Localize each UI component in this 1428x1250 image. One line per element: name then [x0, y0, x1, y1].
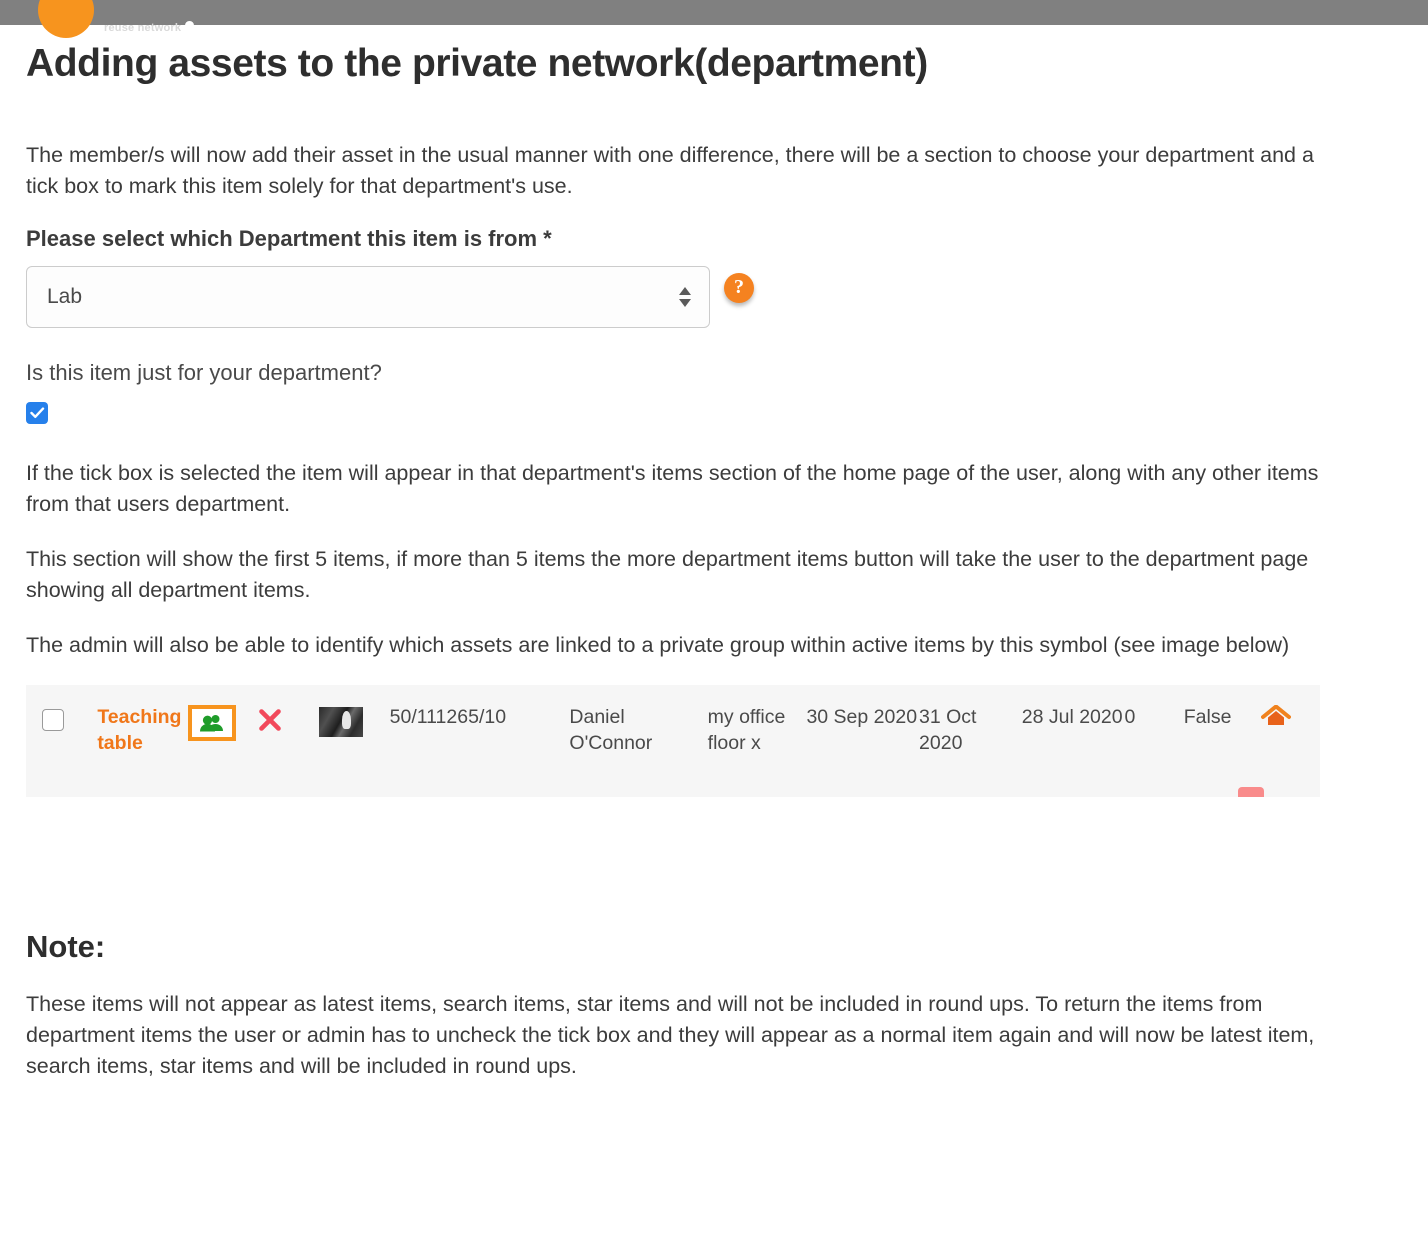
item-count: 0: [1124, 705, 1136, 728]
logo-text-label: reuse network: [104, 22, 182, 34]
department-field-label: Please select which Department this item…: [26, 225, 552, 251]
top-bar: reuse network: [0, 0, 1428, 38]
check-icon: [29, 407, 44, 418]
active-items-table: Teaching table 50/111265/10 Daniel O'Con…: [26, 684, 1320, 797]
page-title: Adding assets to the private network(dep…: [26, 42, 928, 86]
department-select-value: Lab: [47, 284, 83, 308]
table-row[interactable]: Teaching table 50/111265/10 Daniel O'Con…: [26, 685, 1320, 757]
item-owner: Daniel O'Connor: [569, 705, 653, 754]
item-date-3: 28 Jul 2020: [1021, 705, 1123, 728]
row-select-cell: [26, 705, 97, 731]
logo-text: reuse network: [104, 21, 195, 38]
item-reference: 50/111265/10: [389, 705, 507, 728]
group-people-icon[interactable]: [200, 714, 224, 732]
question-mark-help-icon[interactable]: ?: [724, 272, 754, 303]
note-paragraph: These items will not appear as latest it…: [26, 991, 1315, 1078]
select-stepper-arrows-icon[interactable]: [679, 286, 691, 307]
department-select-row: Lab ?: [26, 265, 1326, 328]
clipped-status-badge: [1238, 786, 1264, 797]
private-group-cell: [188, 704, 257, 741]
item-location: my office floor x: [707, 705, 786, 754]
site-logo[interactable]: reuse network: [38, 0, 195, 38]
leaf-icon: [185, 21, 195, 33]
department-question-label: Is this item just for your department?: [26, 359, 382, 385]
row-select-checkbox[interactable]: [42, 708, 64, 731]
chevron-down-icon: [679, 298, 691, 307]
after-checkbox-paragraph: If the tick box is selected the item wil…: [26, 460, 1319, 516]
item-photo-thumbnail[interactable]: [318, 706, 363, 737]
admin-symbol-paragraph: The admin will also be able to identify …: [26, 632, 1290, 657]
department-only-checkbox[interactable]: [26, 401, 48, 424]
red-x-delete-icon[interactable]: [257, 707, 283, 733]
item-title-link[interactable]: Teaching table: [97, 705, 188, 757]
intro-paragraph: The member/s will now add their asset in…: [26, 143, 1314, 198]
group-highlight-box: [188, 704, 237, 741]
department-form-block: Please select which Department this item…: [26, 226, 1326, 424]
item-date-1: 30 Sep 2020: [806, 705, 918, 728]
thumbnail-cell: [318, 705, 390, 737]
five-items-paragraph: This section will show the first 5 items…: [26, 546, 1309, 602]
delete-cell: [257, 705, 318, 741]
department-select[interactable]: Lab: [26, 265, 710, 328]
home-cell: [1260, 704, 1320, 737]
page-content: The member/s will now add their asset in…: [26, 140, 1326, 1106]
orange-circle-logo-icon: [38, 0, 94, 38]
orange-home-icon[interactable]: [1260, 704, 1291, 729]
chevron-up-icon: [679, 286, 691, 295]
item-flag: False: [1183, 705, 1232, 728]
note-heading: Note:: [26, 928, 106, 964]
item-date-2: 31 Oct 2020: [919, 705, 977, 754]
